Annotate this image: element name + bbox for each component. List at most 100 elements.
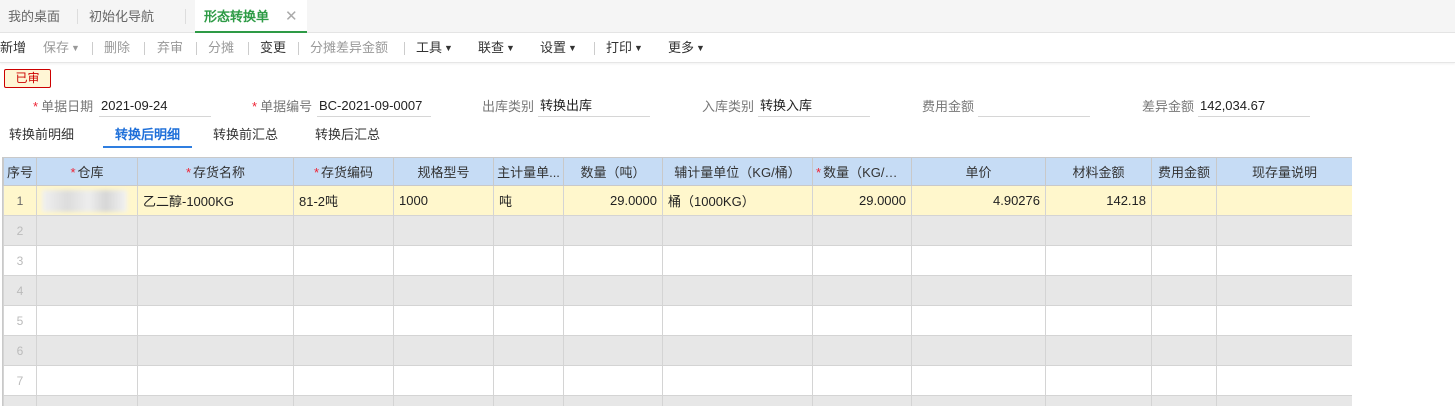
save-label: 保存 xyxy=(43,40,70,55)
cell-index: 4 xyxy=(3,275,37,306)
tab-my-desktop[interactable]: 我的桌面 xyxy=(8,0,60,33)
cell-stock-note[interactable] xyxy=(1216,185,1352,216)
cell-main-unit[interactable]: 吨 xyxy=(493,185,564,216)
cell-index: 1 xyxy=(3,185,37,216)
out-type-field[interactable]: 转换出库 xyxy=(538,95,650,117)
column-header-price[interactable]: 单价 xyxy=(911,157,1046,186)
cell-item-code[interactable]: 81-2吨 xyxy=(293,185,394,216)
toolbar-divider xyxy=(404,42,405,55)
unaudit-button[interactable]: 弃审 xyxy=(157,33,183,63)
toolbar-divider xyxy=(248,42,249,55)
allocate-diff-button[interactable]: 分摊差异金额 xyxy=(310,33,388,63)
close-icon[interactable]: ✕ xyxy=(285,0,298,34)
delete-button[interactable]: 删除 xyxy=(104,33,130,63)
table-row[interactable]: 8 xyxy=(3,395,1352,406)
query-label: 联查 xyxy=(478,40,505,55)
column-header-index[interactable]: 序号 xyxy=(3,157,37,186)
in-type-label: 入库类别 xyxy=(702,99,755,114)
cell-material-amount[interactable]: 142.18 xyxy=(1045,185,1152,216)
status-badge: 已审 xyxy=(4,69,51,88)
redacted-value xyxy=(42,189,127,212)
tab-divider xyxy=(185,9,186,24)
detail-grid: 序号 * 仓库 * 存货名称 * 存货编码 规格型号 主计量单... 数量（吨） 辅计… xyxy=(2,157,1352,406)
tools-menu[interactable]: 工具 ▼ xyxy=(416,33,453,63)
table-row[interactable]: 5 xyxy=(3,305,1352,336)
chevron-down-icon: ▼ xyxy=(696,43,705,53)
doc-no-field[interactable]: BC-2021-09-0007 xyxy=(317,95,431,117)
more-menu[interactable]: 更多 ▼ xyxy=(668,33,705,63)
column-header-spec[interactable]: 规格型号 xyxy=(393,157,494,186)
toolbar-divider xyxy=(196,42,197,55)
toolbar-divider xyxy=(298,42,299,55)
cell-qty-ton[interactable]: 29.0000 xyxy=(563,185,663,216)
cell-qty-kg[interactable]: 29.0000 xyxy=(812,185,912,216)
cell-index: 2 xyxy=(3,215,37,246)
column-header-material-amount[interactable]: 材料金额 xyxy=(1045,157,1152,186)
tools-label: 工具 xyxy=(416,40,443,55)
table-row[interactable]: 6 xyxy=(3,335,1352,366)
column-header-qty-kg[interactable]: * 数量（KG/桶） xyxy=(812,157,912,186)
grid-header-row: 序号 * 仓库 * 存货名称 * 存货编码 规格型号 主计量单... 数量（吨） 辅计… xyxy=(3,157,1352,186)
allocate-button[interactable]: 分摊 xyxy=(208,33,234,63)
subtab-before-detail[interactable]: 转换前明细 xyxy=(9,124,74,148)
column-header-fee-amount[interactable]: 费用金额 xyxy=(1151,157,1217,186)
doc-no-label: * 单据编号 xyxy=(252,99,313,114)
tab-bar: 我的桌面 初始化导航 形态转换单 ✕ xyxy=(0,0,1455,33)
column-header-main-unit[interactable]: 主计量单... xyxy=(493,157,564,186)
cell-index: 6 xyxy=(3,335,37,366)
cell-warehouse[interactable] xyxy=(36,185,138,216)
subtab-after-summary[interactable]: 转换后汇总 xyxy=(315,124,380,148)
fee-amount-label: 费用金额 xyxy=(922,99,975,114)
cell-aux-unit[interactable]: 桶（1000KG） xyxy=(662,185,813,216)
diff-amount-label: 差异金额 xyxy=(1142,99,1195,114)
chevron-down-icon: ▼ xyxy=(634,43,643,53)
settings-label: 设置 xyxy=(540,40,567,55)
column-header-item-name[interactable]: * 存货名称 xyxy=(137,157,294,186)
print-menu[interactable]: 打印 ▼ xyxy=(606,33,643,63)
out-type-label: 出库类别 xyxy=(482,99,535,114)
chevron-down-icon: ▼ xyxy=(568,43,577,53)
toolbar-divider xyxy=(594,42,595,55)
table-row[interactable]: 7 xyxy=(3,365,1352,396)
toolbar: 新增 保存 ▼ 删除 弃审 分摊 变更 分摊差异金额 工具 ▼ 联查 ▼ 设置 ▼ 打印… xyxy=(0,33,1455,63)
chevron-down-icon: ▼ xyxy=(506,43,515,53)
diff-amount-field[interactable]: 142,034.67 xyxy=(1198,95,1310,117)
cell-index: 7 xyxy=(3,365,37,396)
column-header-warehouse[interactable]: * 仓库 xyxy=(36,157,138,186)
add-button[interactable]: 新增 xyxy=(0,33,26,63)
chevron-down-icon: ▼ xyxy=(71,43,80,53)
chevron-down-icon: ▼ xyxy=(444,43,453,53)
query-menu[interactable]: 联查 ▼ xyxy=(478,33,515,63)
fee-amount-field[interactable] xyxy=(978,95,1090,117)
subtab-after-detail[interactable]: 转换后明细 xyxy=(103,124,192,148)
cell-item-name[interactable]: 乙二醇-1000KG xyxy=(137,185,294,216)
cell-price[interactable]: 4.90276 xyxy=(911,185,1046,216)
change-button[interactable]: 变更 xyxy=(260,33,286,63)
settings-menu[interactable]: 设置 ▼ xyxy=(540,33,577,63)
tab-init-nav[interactable]: 初始化导航 xyxy=(89,0,154,33)
column-header-item-code[interactable]: * 存货编码 xyxy=(293,157,394,186)
column-header-qty-ton[interactable]: 数量（吨） xyxy=(563,157,663,186)
save-button[interactable]: 保存 ▼ xyxy=(43,33,80,63)
table-row[interactable]: 2 xyxy=(3,215,1352,246)
cell-spec[interactable]: 1000 xyxy=(393,185,494,216)
toolbar-divider xyxy=(144,42,145,55)
tab-label: 形态转换单 xyxy=(204,9,270,24)
column-header-aux-unit[interactable]: 辅计量单位（KG/桶） xyxy=(662,157,813,186)
cell-index: 8 xyxy=(3,395,37,406)
table-row[interactable]: 3 xyxy=(3,245,1352,276)
cell-index: 3 xyxy=(3,245,37,276)
cell-index: 5 xyxy=(3,305,37,336)
doc-date-field[interactable]: 2021-09-24 xyxy=(99,95,211,117)
table-row[interactable]: 1 乙二醇-1000KG 81-2吨 1000 吨 29.0000 桶（1000… xyxy=(3,185,1352,216)
print-label: 打印 xyxy=(606,40,633,55)
subtab-before-summary[interactable]: 转换前汇总 xyxy=(213,124,278,148)
cell-fee-amount[interactable] xyxy=(1151,185,1217,216)
in-type-field[interactable]: 转换入库 xyxy=(758,95,870,117)
more-label: 更多 xyxy=(668,40,695,55)
doc-date-label: * 单据日期 xyxy=(33,99,94,114)
table-row[interactable]: 4 xyxy=(3,275,1352,306)
toolbar-divider xyxy=(92,42,93,55)
column-header-stock-note[interactable]: 现存量说明 xyxy=(1216,157,1352,186)
tab-divider xyxy=(77,9,78,24)
